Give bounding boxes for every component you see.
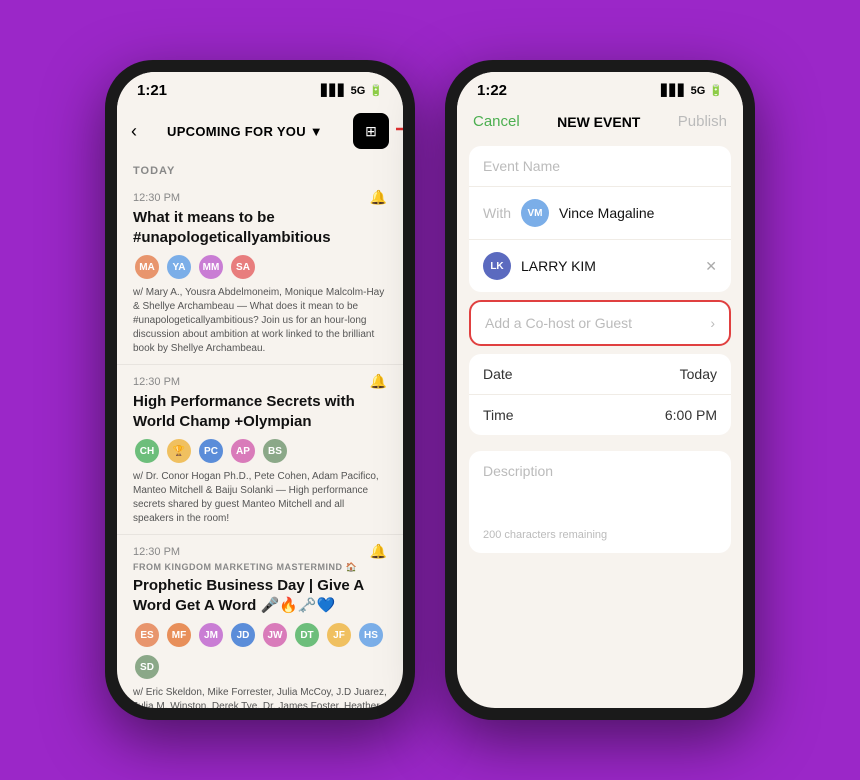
battery-icon: 🔋	[369, 84, 383, 97]
avatar-2-3: PC	[197, 437, 225, 465]
nav-title: UPCOMING FOR YOU ▼	[167, 124, 323, 139]
event-desc-2: w/ Dr. Conor Hogan Ph.D., Pete Cohen, Ad…	[133, 470, 387, 526]
event-title-3: Prophetic Business Day | Give A Word Get…	[133, 576, 387, 615]
event-name-placeholder: Event Name	[483, 158, 560, 174]
avatar-3-1: ES	[133, 621, 161, 649]
with-label: With	[483, 205, 511, 221]
date-row[interactable]: Date Today	[469, 354, 731, 395]
host1-name: Vince Magaline	[559, 205, 654, 221]
event-time-2: 12:30 PM	[133, 376, 180, 388]
event-desc-3: w/ Eric Skeldon, Mike Forrester, Julia M…	[133, 686, 387, 708]
right-phone-screen: 1:22 ▋▋▋ 5G 🔋 Cancel NEW EVENT Publish E…	[457, 72, 743, 708]
avatar-1-2: YA	[165, 253, 193, 281]
avatar-2-5: BS	[261, 437, 289, 465]
from-label-3: From KINGDOM MARKETING MASTERMIND 🏠	[133, 562, 387, 573]
phones-container: 1:21 ▋▋▋ 5G 🔋 ‹ UPCOMING FOR YOU ▼ ⊞	[105, 60, 755, 720]
avatar-1-3: MM	[197, 253, 225, 281]
char-remaining: 200 characters remaining	[483, 529, 717, 541]
cohost-placeholder: Add a Co-host or Guest	[485, 315, 632, 331]
arrow-indicator	[396, 109, 403, 149]
avatar-3-8: HS	[357, 621, 385, 649]
avatar-3-4: JD	[229, 621, 257, 649]
date-value: Today	[680, 366, 717, 382]
event-item-3[interactable]: 12:30 PM 🔔 From KINGDOM MARKETING MASTER…	[117, 535, 403, 708]
description-placeholder: Description	[483, 463, 717, 479]
time-value: 6:00 PM	[665, 407, 717, 423]
description-section[interactable]: Description 200 characters remaining	[469, 451, 731, 553]
time-row[interactable]: Time 6:00 PM	[469, 395, 731, 435]
left-content: TODAY 12:30 PM 🔔 What it means to be #un…	[117, 157, 403, 708]
right-status-bar: 1:22 ▋▋▋ 5G 🔋	[457, 72, 743, 105]
event-title-1: What it means to be #unapologeticallyamb…	[133, 208, 387, 247]
date-label: Date	[483, 366, 513, 382]
right-status-time: 1:22	[477, 82, 507, 99]
right-network-icon: 5G	[691, 85, 706, 97]
event-item-2[interactable]: 12:30 PM 🔔 High Performance Secrets with…	[117, 365, 403, 535]
event-time-row-3: 12:30 PM 🔔	[133, 543, 387, 560]
host2-field[interactable]: LK LARRY KIM ✕	[469, 240, 731, 292]
avatar-3-5: JW	[261, 621, 289, 649]
bell-icon-2[interactable]: 🔔	[370, 373, 387, 390]
host2-name: LARRY KIM	[521, 258, 596, 274]
right-battery-icon: 🔋	[709, 84, 723, 97]
publish-button[interactable]: Publish	[678, 113, 727, 130]
section-today: TODAY	[117, 157, 403, 181]
avatar-1-1: MA	[133, 253, 161, 281]
avatar-2-4: AP	[229, 437, 257, 465]
form-section: Event Name With VM Vince Magaline	[469, 146, 731, 292]
event-time-row-1: 12:30 PM 🔔	[133, 189, 387, 206]
avatar-3-3: JM	[197, 621, 225, 649]
event-time-1: 12:30 PM	[133, 192, 180, 204]
event-name-field[interactable]: Event Name	[469, 146, 731, 187]
cancel-button[interactable]: Cancel	[473, 113, 520, 130]
avatar-3-9: SD	[133, 653, 161, 681]
avatars-2: CH 🏆 PC AP BS	[133, 437, 387, 465]
left-phone-screen: 1:21 ▋▋▋ 5G 🔋 ‹ UPCOMING FOR YOU ▼ ⊞	[117, 72, 403, 708]
date-time-section: Date Today Time 6:00 PM	[469, 354, 731, 435]
bell-icon-1[interactable]: 🔔	[370, 189, 387, 206]
signal-icon: ▋▋▋	[321, 84, 346, 97]
network-icon: 5G	[351, 85, 366, 97]
right-nav: Cancel NEW EVENT Publish	[457, 105, 743, 138]
remove-host2-button[interactable]: ✕	[705, 258, 717, 275]
right-status-icons: ▋▋▋ 5G 🔋	[661, 84, 723, 97]
event-title-2: High Performance Secrets with World Cham…	[133, 392, 387, 431]
avatar-1-4: SA	[229, 253, 257, 281]
avatar-3-6: DT	[293, 621, 321, 649]
modal-title: NEW EVENT	[557, 114, 640, 130]
bell-icon-3[interactable]: 🔔	[370, 543, 387, 560]
left-nav: ‹ UPCOMING FOR YOU ▼ ⊞	[117, 105, 403, 157]
time-label: Time	[483, 407, 514, 423]
event-item-1[interactable]: 12:30 PM 🔔 What it means to be #unapolog…	[117, 181, 403, 365]
event-desc-1: w/ Mary A., Yousra Abdelmoneim, Monique …	[133, 286, 387, 356]
event-time-3: 12:30 PM	[133, 546, 180, 558]
left-status-time: 1:21	[137, 82, 167, 99]
right-phone: 1:22 ▋▋▋ 5G 🔋 Cancel NEW EVENT Publish E…	[445, 60, 755, 720]
calendar-add-icon: ⊞	[365, 123, 377, 140]
avatar-2-2: 🏆	[165, 437, 193, 465]
avatar-3-7: JF	[325, 621, 353, 649]
avatars-1: MA YA MM SA	[133, 253, 387, 281]
host1-avatar: VM	[521, 199, 549, 227]
back-button[interactable]: ‹	[131, 121, 137, 142]
host2-avatar: LK	[483, 252, 511, 280]
chevron-right-icon: ›	[710, 315, 715, 331]
avatars-3: ES MF JM JD JW DT JF HS SD	[133, 621, 387, 681]
event-time-row-2: 12:30 PM 🔔	[133, 373, 387, 390]
host1-field[interactable]: With VM Vince Magaline	[469, 187, 731, 240]
right-signal-icon: ▋▋▋	[661, 84, 686, 97]
left-status-bar: 1:21 ▋▋▋ 5G 🔋	[117, 72, 403, 105]
left-status-icons: ▋▋▋ 5G 🔋	[321, 84, 383, 97]
avatar-2-1: CH	[133, 437, 161, 465]
cohost-field[interactable]: Add a Co-host or Guest ›	[469, 300, 731, 346]
avatar-3-2: MF	[165, 621, 193, 649]
add-event-button[interactable]: ⊞	[353, 113, 389, 149]
left-phone: 1:21 ▋▋▋ 5G 🔋 ‹ UPCOMING FOR YOU ▼ ⊞	[105, 60, 415, 720]
